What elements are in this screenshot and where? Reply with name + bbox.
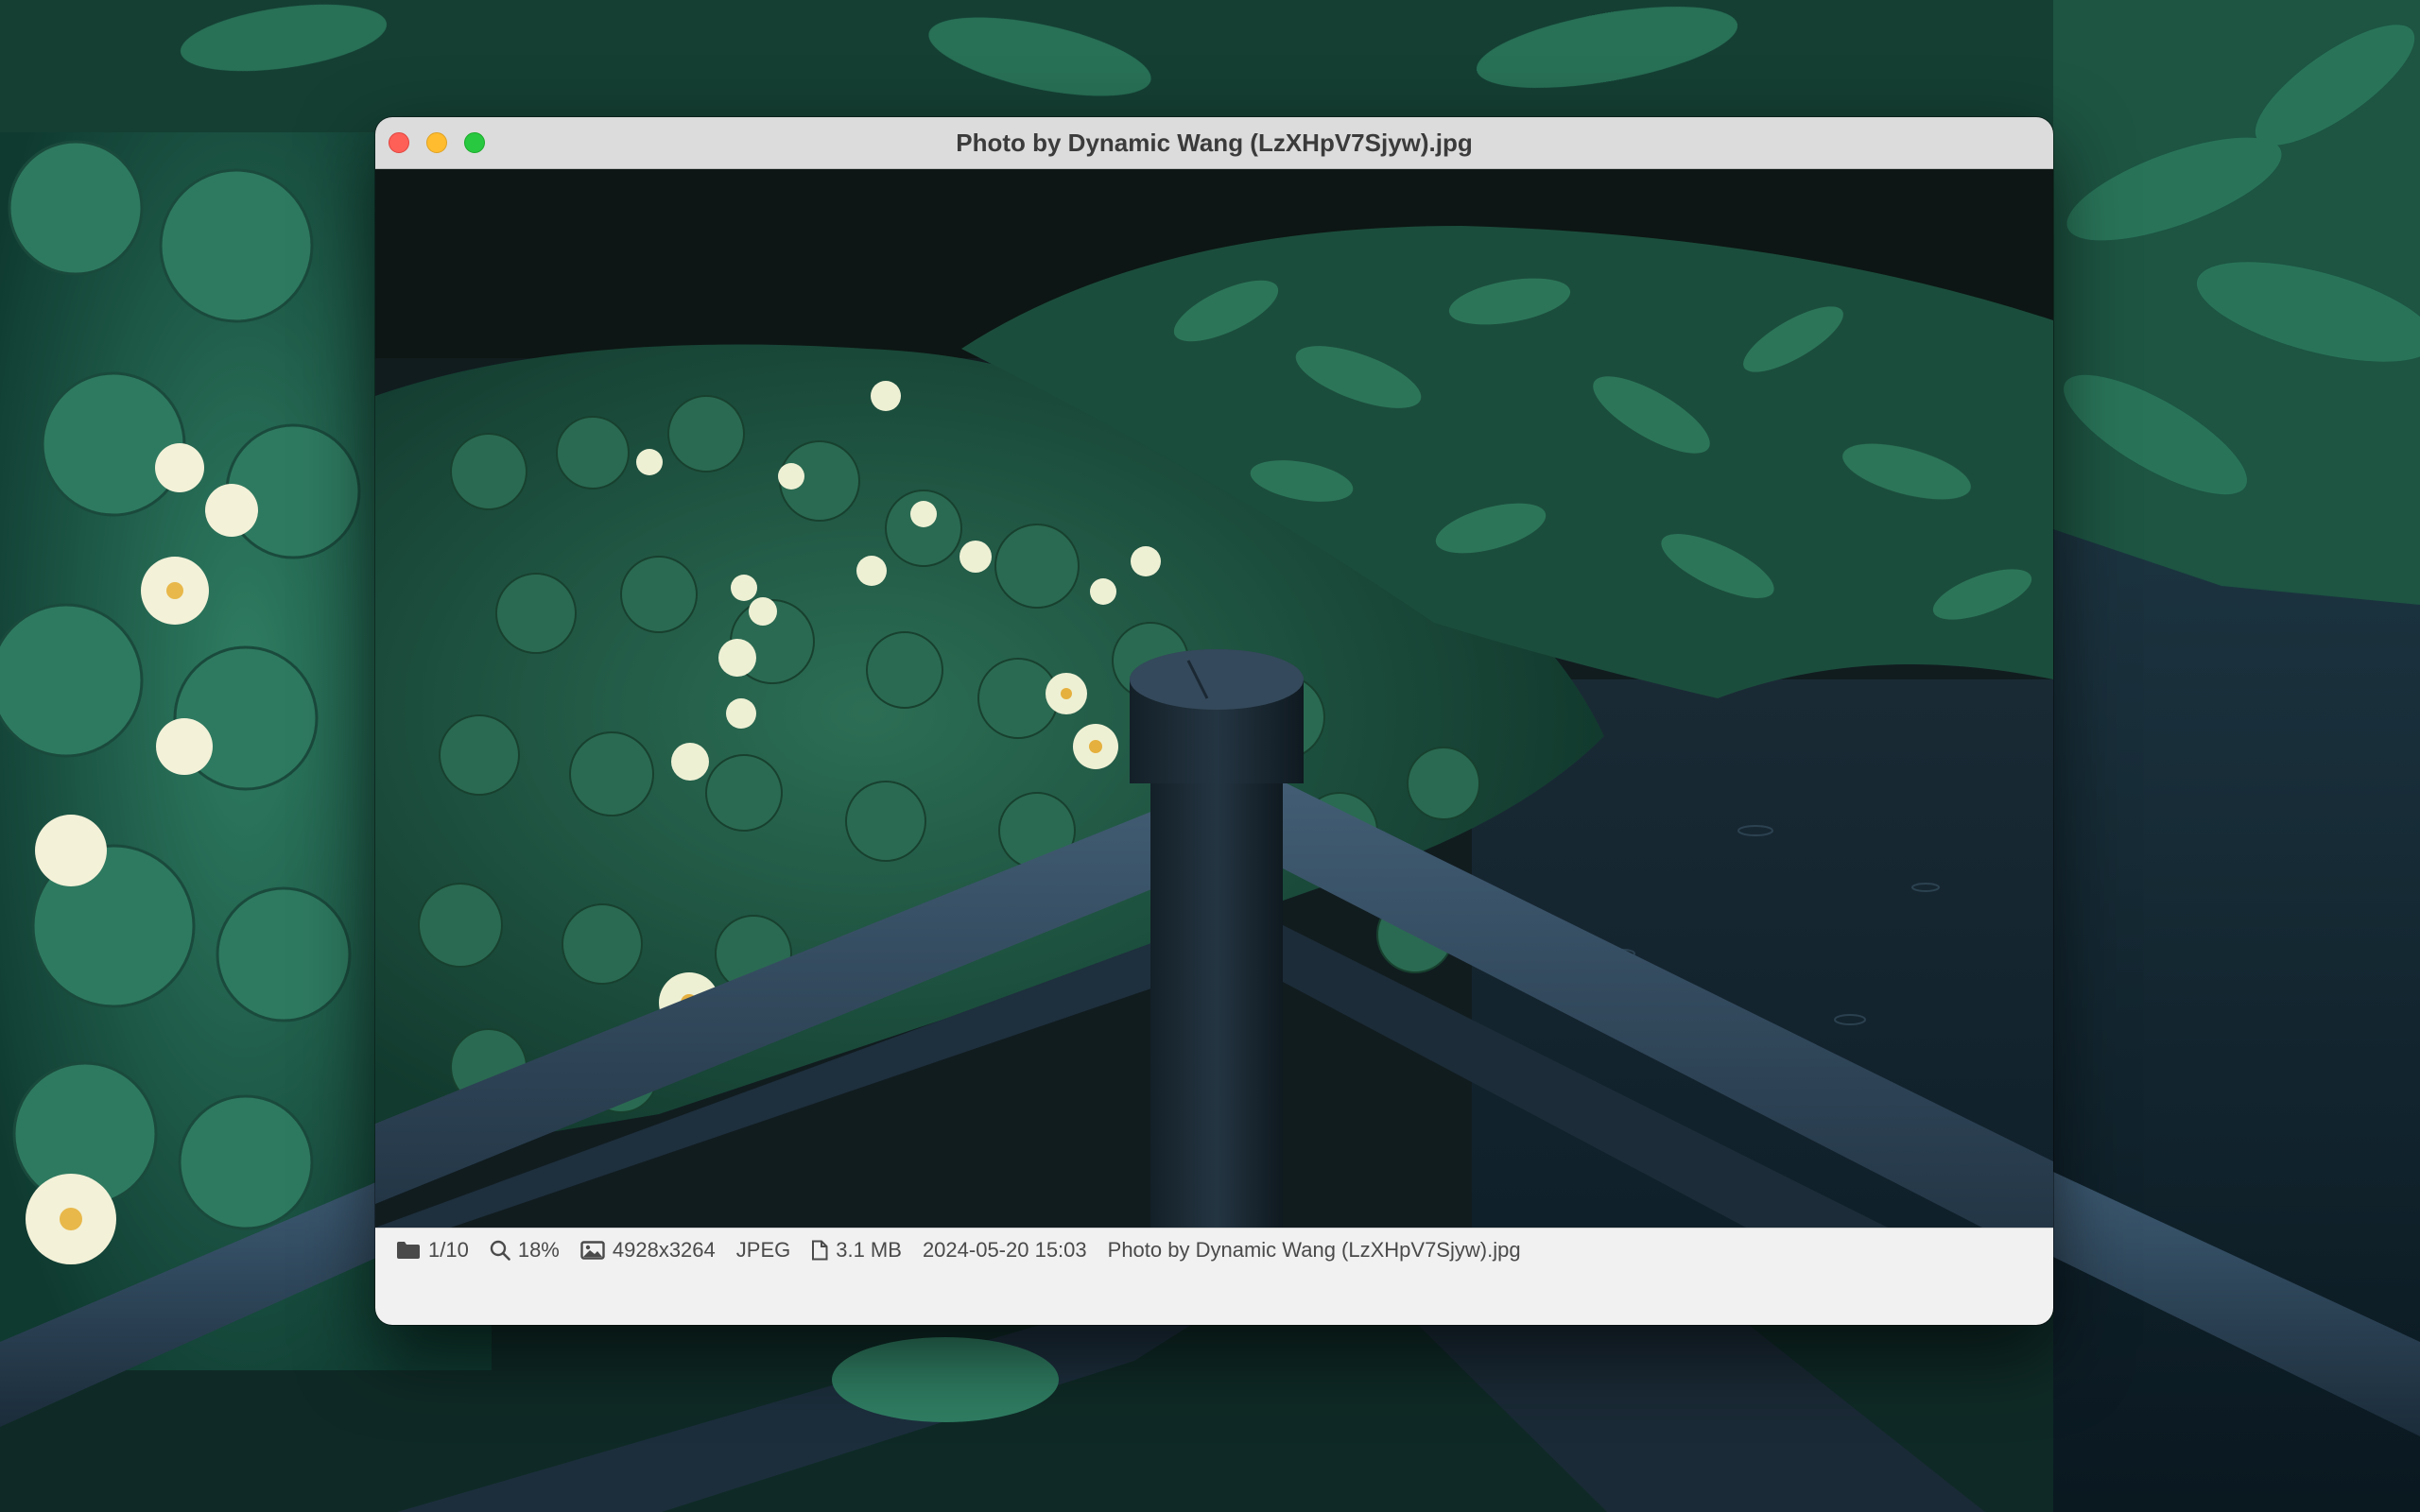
- image-canvas[interactable]: [375, 169, 2053, 1228]
- status-bar: 1/10 18% 4928x3264 JPEG 3.1 MB 2024-05-2…: [375, 1228, 2053, 1325]
- image-dimensions: 4928x3264: [612, 1238, 716, 1262]
- image-icon: [580, 1241, 605, 1260]
- status-file-size: 3.1 MB: [811, 1238, 902, 1263]
- document-icon: [812, 1240, 828, 1261]
- file-name: Photo by Dynamic Wang (LzXHpV7Sjyw).jpg: [1107, 1238, 1521, 1262]
- image-viewer-window[interactable]: Photo by Dynamic Wang (LzXHpV7Sjyw).jpg: [375, 117, 2053, 1325]
- status-row: 1/10 18% 4928x3264 JPEG 3.1 MB 2024-05-2…: [396, 1228, 1542, 1272]
- image-position: 1/10: [428, 1238, 469, 1262]
- folder-icon: [397, 1242, 420, 1259]
- displayed-photo: [375, 169, 2053, 1228]
- zoom-level: 18%: [517, 1238, 560, 1262]
- file-size: 3.1 MB: [836, 1238, 902, 1262]
- status-zoom: 18%: [490, 1238, 560, 1263]
- status-dimensions: 4928x3264: [580, 1238, 716, 1263]
- status-format: JPEG: [736, 1238, 790, 1263]
- image-format: JPEG: [735, 1238, 791, 1262]
- window-title: Photo by Dynamic Wang (LzXHpV7Sjyw).jpg: [956, 129, 1473, 157]
- title-bar[interactable]: Photo by Dynamic Wang (LzXHpV7Sjyw).jpg: [375, 117, 2053, 169]
- status-position: 1/10: [396, 1238, 469, 1263]
- magnifier-icon: [490, 1240, 510, 1261]
- status-filename: Photo by Dynamic Wang (LzXHpV7Sjyw).jpg: [1108, 1238, 1521, 1263]
- status-date: 2024-05-20 15:03: [923, 1238, 1087, 1263]
- file-date: 2024-05-20 15:03: [922, 1238, 1087, 1262]
